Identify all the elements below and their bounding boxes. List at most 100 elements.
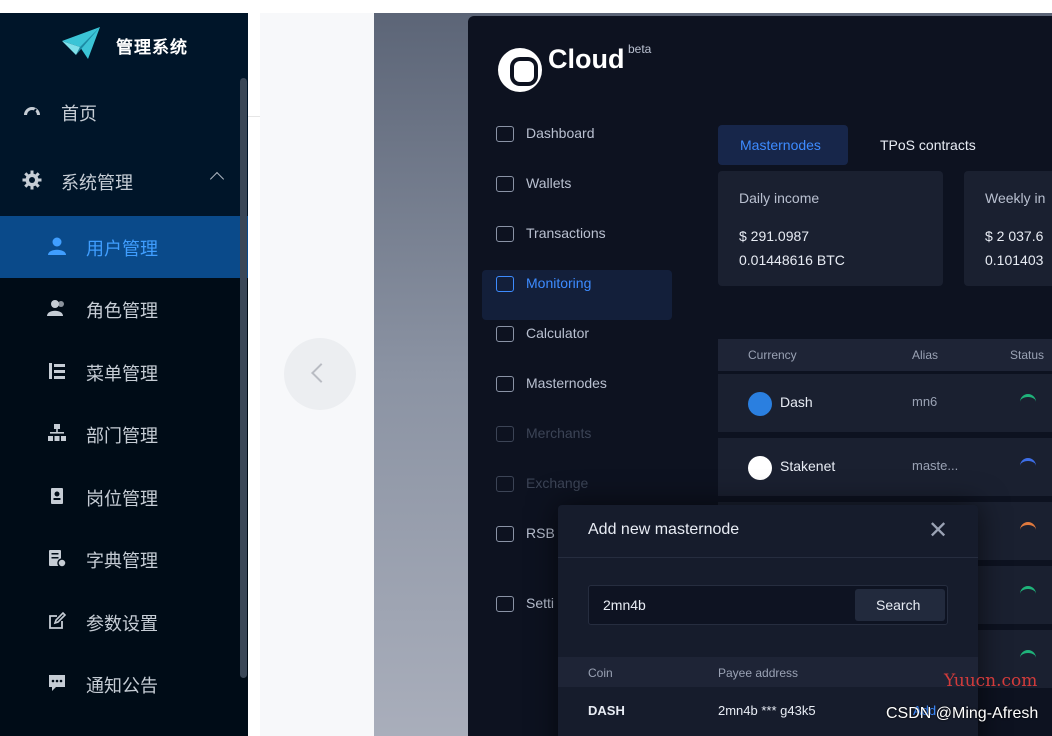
people-icon [47,300,64,316]
card-title: Daily income [739,190,820,206]
sidebar-item-label: 部门管理 [86,426,158,446]
sidebar-item-label: 角色管理 [86,301,158,321]
sidebar-item-label: 首页 [61,104,97,124]
paper-plane-logo-icon [62,27,100,59]
gear-icon [496,596,514,612]
sidebar-item-system[interactable]: 系统管理 [0,150,248,212]
exchange-icon [496,476,514,492]
table-row: Stakenet maste... [718,438,1052,496]
nav-item-calculator: Calculator [496,324,676,346]
sidebar-item-departments[interactable]: 部门管理 [0,403,248,465]
author-watermark: CSDN @Ming-Afresh [886,705,1039,722]
card-btc: 0.01448616 BTC [739,252,845,268]
rsb-icon [496,526,514,542]
sidebar-item-users[interactable]: 用户管理 [0,216,248,278]
payee-address: 2mn4b *** g43k5 [718,703,816,718]
sidebar-item-label: 参数设置 [86,614,158,634]
tree-table-icon [49,363,65,379]
card-usd: $ 2 037.6 [985,228,1044,244]
nodes-icon [496,376,514,392]
modal-title: Add new masternode [588,521,740,538]
sidebar-item-label: 系统管理 [61,173,133,193]
window-top-strip [0,0,248,13]
calculator-icon [496,326,514,342]
chevron-left-icon [311,363,331,383]
tab-tpos-contracts: TPoS contracts [858,125,988,165]
message-icon [49,675,65,691]
wifi-status-icon [1020,650,1036,666]
sidebar-logo[interactable]: 管理系统 [0,13,248,77]
nav-label: Dashboard [526,125,595,141]
modal-divider [558,557,978,558]
sidebar-item-posts[interactable]: 岗位管理 [0,466,248,528]
nav-item-wallets: Wallets [496,174,676,196]
grid-icon [496,126,514,142]
column-header: Status [1010,348,1045,362]
wifi-status-icon [1020,394,1036,410]
stakenet-coin-icon [748,456,772,480]
sidebar: 管理系统 首页 系统管理 用户管理 角色管理 菜单管理 部门管理 岗位管理 字典… [0,0,248,736]
sidebar-item-label: 字典管理 [86,551,158,571]
nav-label: RSB [526,525,555,541]
nav-label: Monitoring [526,275,592,291]
nav-item-exchange: Exchange [496,474,676,496]
cloud-app-preview: Cloud beta Dashboard Wallets Transaction… [468,16,1052,736]
dash-coin-icon [748,392,772,416]
sidebar-item-home[interactable]: 首页 [0,81,248,143]
tab-masternodes: Masternodes [718,125,848,165]
wifi-status-icon [1020,586,1036,602]
nav-label: Wallets [526,175,572,191]
header-divider [248,116,260,117]
wallet-icon [496,176,514,192]
nav-item-masternodes: Masternodes [496,374,676,396]
sidebar-item-dictionary[interactable]: 字典管理 [0,528,248,590]
add-masternode-modal: Add new masternode ✕ 2mn4b Search Coin P… [558,505,978,736]
sidebar-item-label: 岗位管理 [86,489,158,509]
transfer-icon [496,226,514,242]
table-row: Dash mn6 [718,374,1052,432]
coin-name: Stakenet [780,458,836,474]
sidebar-title: 管理系统 [116,38,188,57]
user-icon [48,237,66,255]
coin-name: DASH [588,703,625,718]
gear-icon [22,170,42,190]
nav-label: Calculator [526,325,590,341]
dashboard-icon [24,107,40,116]
coin-name: Dash [780,394,813,410]
income-card-weekly: Weekly in $ 2 037.6 0.101403 [964,171,1052,286]
nav-item-transactions: Transactions [496,224,676,246]
tab-label: TPoS contracts [880,137,976,153]
stakenet-logo-icon [498,48,542,92]
nav-label: Masternodes [526,375,607,391]
chart-icon [496,276,514,292]
wifi-status-icon [1020,522,1036,538]
chevron-up-icon [209,171,225,187]
search-button: Search [855,589,945,621]
sidebar-item-notices[interactable]: 通知公告 [0,653,248,715]
nav-item-monitoring: Monitoring [496,274,676,296]
search-button-label: Search [876,597,921,613]
post-icon [51,488,63,504]
card-title: Weekly in [985,190,1046,206]
column-header: Coin [588,666,613,680]
nav-label: Merchants [526,425,592,441]
content-top-strip [260,0,1052,13]
site-watermark: Yuucn.com [944,671,1038,691]
table-header: Currency Alias Status [718,339,1052,371]
alias: mn6 [912,394,938,409]
card-usd: $ 291.0987 [739,228,810,244]
nav-label: Setti [526,595,555,611]
nav-label: Exchange [526,475,589,491]
card-btc: 0.101403 [985,252,1044,268]
sidebar-item-label: 菜单管理 [86,364,158,384]
sidebar-scrollbar[interactable] [240,78,247,678]
nav-label: Transactions [526,225,606,241]
content-gutter [248,0,260,736]
sidebar-item-parameters[interactable]: 参数设置 [0,591,248,653]
sidebar-item-menus[interactable]: 菜单管理 [0,341,248,403]
sidebar-item-roles[interactable]: 角色管理 [0,278,248,340]
wifi-status-icon [1020,458,1036,474]
carousel-prev-button[interactable] [284,338,356,410]
input-value: 2mn4b [603,597,646,613]
dict-icon [49,550,67,568]
